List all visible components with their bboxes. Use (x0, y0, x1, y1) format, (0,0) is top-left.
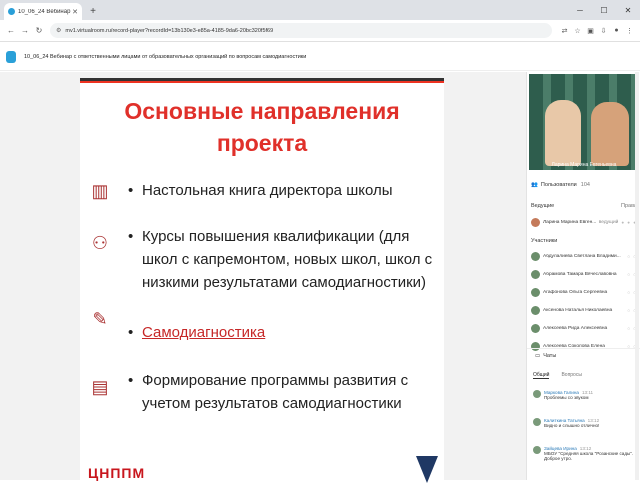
reload-icon[interactable]: ↻ (32, 26, 46, 35)
participant-name: Абдулалиева Светлана Владими... (543, 253, 621, 259)
tab-general[interactable]: Общий (533, 372, 550, 379)
message-text: МБОУ "Средняя школа "Розанские сады". До… (544, 451, 634, 461)
slide-bullet: • Формирование программы развития с учет… (128, 369, 442, 415)
participant-name: Абрамова Тамара Вячеславовна (543, 271, 617, 277)
users-icon: 👥 (531, 182, 538, 188)
profile-icon[interactable]: ● (610, 27, 623, 35)
forward-icon[interactable]: → (18, 26, 32, 35)
url-field[interactable]: ⚙ mv1.virtualroom.ru/record-player?recor… (50, 23, 552, 38)
slide-bullet: • Курсы повышения квалификации (для школ… (128, 225, 442, 294)
chats-header[interactable]: ▭ Чаты (527, 348, 640, 362)
new-tab-button[interactable]: + (86, 3, 100, 20)
participant-name: Агафонова Ольга Сергеевна (543, 289, 608, 295)
list-item[interactable]: Аксенова Наталья Николаевна ○ ○ (531, 303, 637, 317)
browser-tab-bar: 10_06_24 Вебинар с ответ... ✕ + ─ ☐ ✕ (0, 0, 640, 20)
panel-scrollbar[interactable] (635, 72, 639, 480)
download-icon[interactable]: ⇩ (597, 27, 610, 35)
close-tab-icon[interactable]: ✕ (72, 8, 78, 16)
participants-label: Участники (531, 238, 558, 244)
slide-bullet-text: Формирование программы развития с учетом… (142, 372, 409, 412)
users-count: 104 (580, 182, 590, 188)
tab-title: 10_06_24 Вебинар с ответ... (18, 8, 72, 15)
side-panel: Ларина Марина Евгеньевна 👥 Пользователи … (526, 72, 640, 480)
users-label: Пользователи (540, 182, 577, 188)
list-item[interactable]: Алексеева Рида Алексеевна ○ ○ (531, 321, 637, 335)
leader-row[interactable]: Ларина Марина Евген... ведущий ● ● ● (531, 215, 637, 229)
video-feed[interactable]: Ларина Марина Евгеньевна (529, 74, 639, 170)
page-title: 10_06_24 Вебинар с ответственными лицами… (24, 53, 307, 60)
avatar (531, 305, 540, 315)
chat-message: Маркова Галина 13:11 Проблемы со звуком (533, 390, 637, 400)
window-controls: ─ ☐ ✕ (568, 0, 640, 20)
avatar (531, 217, 540, 227)
book-icon: ▥ (91, 181, 109, 201)
emblem-icon (416, 456, 438, 483)
program-icon: ▤ (91, 377, 109, 397)
users-header[interactable]: 👥 Пользователи 104 (531, 182, 637, 188)
chat-icon: ▭ (535, 352, 541, 359)
bookmark-star-icon[interactable]: ☆ (571, 27, 584, 35)
leader-name: Ларина Марина Евген... (543, 219, 597, 225)
list-item[interactable]: Абдулалиева Светлана Владими... ○ ○ (531, 249, 637, 263)
chat-message: Калиткина Татьяна 13:12 Видно и слышно от… (533, 418, 637, 428)
leader-list: Ларина Марина Евген... ведущий ● ● ● (531, 215, 637, 233)
participant-list: Абдулалиева Светлана Владими... ○ ○ Абра… (531, 249, 637, 357)
pen-icon: ✎ (92, 309, 108, 329)
avatar (531, 251, 540, 261)
avatar (533, 390, 541, 398)
slide-bullet: • Настольная книга директора школы (128, 179, 442, 202)
list-item[interactable]: Абрамова Тамара Вячеславовна ○ ○ (531, 267, 637, 281)
slide-heading: Основные направления проекта (124, 98, 400, 156)
slide-bullet-text: Настольная книга директора школы (142, 182, 393, 199)
speaker-right (591, 102, 629, 166)
slide-bullet: • Самодиагностика (128, 321, 442, 344)
url-text: mv1.virtualroom.ru/record-player?recordI… (65, 27, 274, 34)
site-info-icon[interactable]: ⚙ (56, 27, 61, 34)
page-header: 10_06_24 Вебинар с ответственными лицами… (0, 43, 640, 71)
browser-tab[interactable]: 10_06_24 Вебинар с ответ... ✕ (4, 3, 82, 20)
leaders-label: Ведущие (531, 203, 555, 209)
tab-questions[interactable]: Вопросы (561, 372, 581, 379)
extensions-icon[interactable]: ▣ (584, 27, 597, 35)
message-text: Проблемы со звуком (544, 395, 589, 400)
avatar (531, 323, 540, 333)
back-icon[interactable]: ← (4, 26, 18, 35)
slide-bullet-text: Курсы повышения квалификации (для школ с… (142, 228, 433, 291)
close-window-icon[interactable]: ✕ (616, 0, 640, 20)
avatar (531, 269, 540, 279)
speaker-left (545, 100, 581, 166)
video-speaker-name: Ларина Марина Евгеньевна (551, 162, 617, 168)
leader-role: ведущий (598, 219, 619, 225)
menu-icon[interactable]: ⋮ (623, 27, 636, 35)
avatar (533, 418, 541, 426)
chats-label: Чаты (543, 352, 557, 359)
avatar (533, 446, 541, 454)
address-bar-row: ← → ↻ ⚙ mv1.virtualroom.ru/record-player… (0, 20, 640, 42)
participant-name: Алексеева Рида Алексеевна (543, 325, 608, 331)
app-logo-icon (6, 50, 16, 63)
message-text: Видно и слышно отлично! (544, 423, 600, 428)
chat-message: Зайцева Ирина 13:12 МБОУ "Средняя школа "… (533, 446, 637, 461)
translate-icon[interactable]: ⇄ (558, 27, 571, 35)
self-diagnostics-link[interactable]: Самодиагностика (142, 321, 442, 344)
minimize-icon[interactable]: ─ (568, 0, 592, 20)
presentation-slide: Основные направления проекта ▥ • Настоль… (80, 78, 444, 483)
training-icon: ⚇ (91, 233, 109, 253)
leaders-header: Ведущие Права (531, 203, 637, 209)
cnppm-logo: ЦНППМ (88, 465, 146, 481)
slide-accent-line (80, 81, 444, 83)
list-item[interactable]: Агафонова Ольга Сергеевна ○ ○ (531, 285, 637, 299)
favicon-icon (8, 8, 15, 15)
participant-name: Аксенова Наталья Николаевна (543, 307, 613, 313)
avatar (531, 287, 540, 297)
maximize-icon[interactable]: ☐ (592, 0, 616, 20)
chat-tabs: Общий Вопросы (533, 372, 594, 379)
toolbar-icons: ⇄ ☆ ▣ ⇩ ● ⋮ (558, 27, 636, 35)
